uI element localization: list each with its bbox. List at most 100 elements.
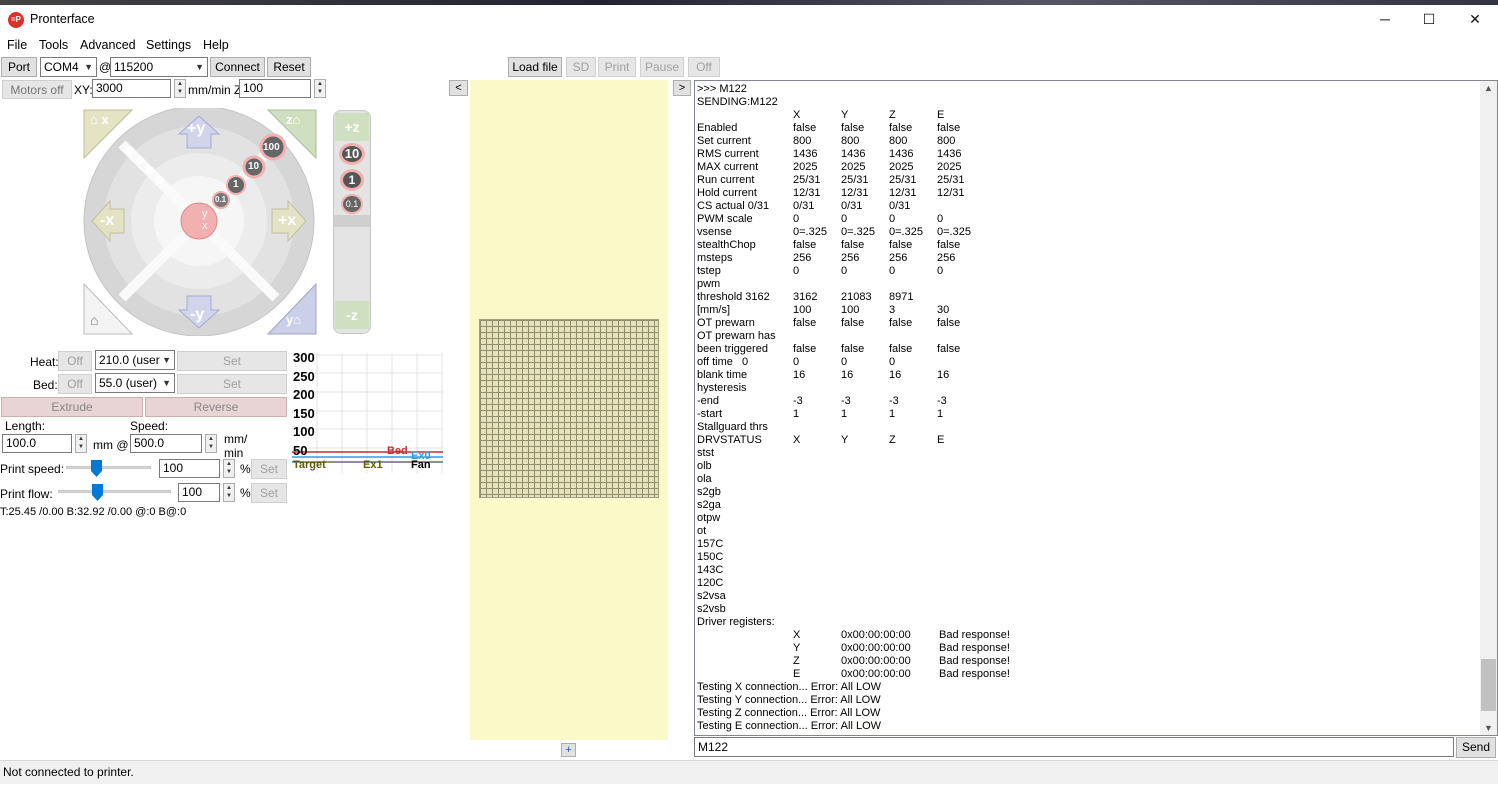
console-cell: false [841, 239, 865, 251]
console-cell: 25/31 [793, 174, 821, 186]
menu-advanced[interactable]: Advanced [80, 38, 136, 52]
collapse-right-button[interactable]: > [673, 80, 691, 96]
minus-z-button[interactable]: -z [335, 301, 369, 329]
chevron-down-icon: ▼ [84, 62, 93, 72]
motors-off-button[interactable]: Motors off [2, 80, 72, 99]
console-scrollbar-thumb[interactable] [1481, 659, 1496, 711]
console-cell: 800 [841, 135, 860, 147]
print-speed-slider[interactable] [66, 466, 151, 469]
print-flow-percent: % [240, 486, 251, 500]
temperature-graph: 300 250 200 150 100 50 Bed Ex0 Target Ex… [292, 350, 443, 473]
window-title: Pronterface [30, 12, 95, 26]
legend-ex1: Ex1 [363, 459, 383, 471]
xy-spinner[interactable]: ▲ ▼ [174, 79, 186, 98]
z-step-0-1-button[interactable]: 0.1 [341, 194, 363, 214]
close-button[interactable]: ✕ [1452, 5, 1498, 33]
console-cell: tstep [697, 265, 721, 277]
console-cell: 30 [937, 304, 950, 316]
console-cell: 1 [841, 408, 848, 420]
scroll-up-icon[interactable]: ▲ [1484, 83, 1493, 93]
build-plate-grid [479, 319, 659, 498]
console-cell: s2vsb [697, 603, 726, 615]
console-log[interactable]: ▲ ▼ >>> M122 SENDING:M122 X Y Z E Enabled false… [694, 80, 1498, 736]
z-feedrate-input[interactable]: 100 [239, 79, 311, 98]
plus-z-button[interactable]: +z [335, 113, 369, 141]
print-speed-percent: % [240, 462, 251, 476]
console-cell: olb [697, 460, 712, 472]
minus-z-label: -z [346, 307, 358, 323]
bed-off-button[interactable]: Off [58, 374, 92, 394]
speed-spinner[interactable]: ▲ ▼ [205, 434, 217, 453]
off-button[interactable]: Off [688, 57, 720, 77]
print-speed-set-button[interactable]: Set [251, 459, 287, 479]
port-select[interactable]: COM4 ▼ [40, 57, 97, 77]
length-input[interactable]: 100.0 [2, 434, 72, 453]
print-button[interactable]: Print [598, 57, 636, 77]
command-input[interactable]: M122 [694, 737, 1454, 757]
connect-button[interactable]: Connect [210, 57, 265, 77]
menu-help[interactable]: Help [203, 38, 229, 52]
heat-temp-select[interactable]: 210.0 (user ▼ [95, 350, 175, 370]
bed-set-button[interactable]: Set [177, 374, 287, 394]
console-cell: Run current [697, 174, 755, 186]
console-cell: 0 [793, 356, 800, 368]
menu-tools[interactable]: Tools [39, 38, 68, 52]
z-step-1-button[interactable]: 1 [340, 169, 364, 191]
print-speed-slider-thumb[interactable] [91, 460, 102, 477]
console-cell: threshold 3162 [697, 291, 770, 303]
bed-temp-value: 55.0 (user) [99, 376, 158, 390]
console-cell: 16 [937, 369, 950, 381]
print-flow-slider-thumb[interactable] [92, 484, 103, 501]
console-cell: 256 [889, 252, 908, 264]
y-tick: 50 [293, 442, 308, 458]
print-speed-input[interactable]: 100 [159, 459, 220, 478]
print-flow-slider[interactable] [58, 490, 171, 493]
console-scrollbar[interactable]: ▲ ▼ [1480, 81, 1497, 735]
minimize-button[interactable]: ─ [1362, 5, 1408, 33]
console-cell: false [793, 343, 817, 355]
print-speed-spinner[interactable]: ▲ ▼ [223, 459, 235, 478]
z-spinner[interactable]: ▲ ▼ [314, 79, 326, 98]
z-step-10-button[interactable]: 10 [339, 143, 365, 165]
xy-feedrate-input[interactable]: 3000 [92, 79, 171, 98]
console-cell: 8971 [889, 291, 914, 303]
maximize-button[interactable]: ☐ [1406, 5, 1452, 33]
port-button[interactable]: Port [1, 57, 37, 77]
heat-set-button[interactable]: Set [177, 351, 287, 371]
menu-settings[interactable]: Settings [146, 38, 191, 52]
print-flow-input[interactable]: 100 [178, 483, 220, 502]
console-cell: 800 [889, 135, 908, 147]
bed-temp-select[interactable]: 55.0 (user) ▼ [95, 373, 175, 393]
add-layer-button[interactable]: + [561, 743, 576, 757]
console-cell: E [937, 109, 945, 121]
print-flow-set-button[interactable]: Set [251, 483, 287, 503]
heat-off-button[interactable]: Off [58, 351, 92, 371]
reset-button[interactable]: Reset [267, 57, 311, 77]
menu-file[interactable]: File [7, 38, 27, 52]
z-step-1-label: 1 [348, 173, 356, 187]
speed-input[interactable]: 500.0 [130, 434, 202, 453]
console-cell: 256 [937, 252, 956, 264]
console-cell: 0=.325 [841, 226, 875, 238]
console-cell: 1436 [889, 148, 914, 160]
pause-button[interactable]: Pause [640, 57, 684, 77]
scroll-down-icon[interactable]: ▼ [1484, 723, 1493, 733]
send-button[interactable]: Send [1456, 737, 1496, 758]
load-file-button[interactable]: Load file [508, 57, 562, 77]
center-y-label: y [202, 208, 208, 220]
length-spinner[interactable]: ▲ ▼ [75, 434, 87, 453]
y-tick: 150 [293, 405, 315, 421]
console-cell: stealthChop [697, 239, 756, 251]
sd-button[interactable]: SD [566, 57, 596, 77]
collapse-left-button[interactable]: < [449, 80, 468, 96]
console-cell: otpw [697, 512, 721, 524]
reverse-button[interactable]: Reverse [145, 397, 287, 417]
console-cell: 2025 [937, 161, 962, 173]
extrude-button[interactable]: Extrude [1, 397, 143, 417]
baud-select[interactable]: 115200 ▼ [110, 57, 208, 77]
console-cell: been triggered [697, 343, 768, 355]
z-jog-control[interactable]: +z 10 1 0.1 -z [333, 110, 371, 334]
print-flow-label: Print flow: [0, 487, 53, 501]
print-flow-spinner[interactable]: ▲ ▼ [223, 483, 235, 502]
console-cell: false [841, 122, 865, 134]
